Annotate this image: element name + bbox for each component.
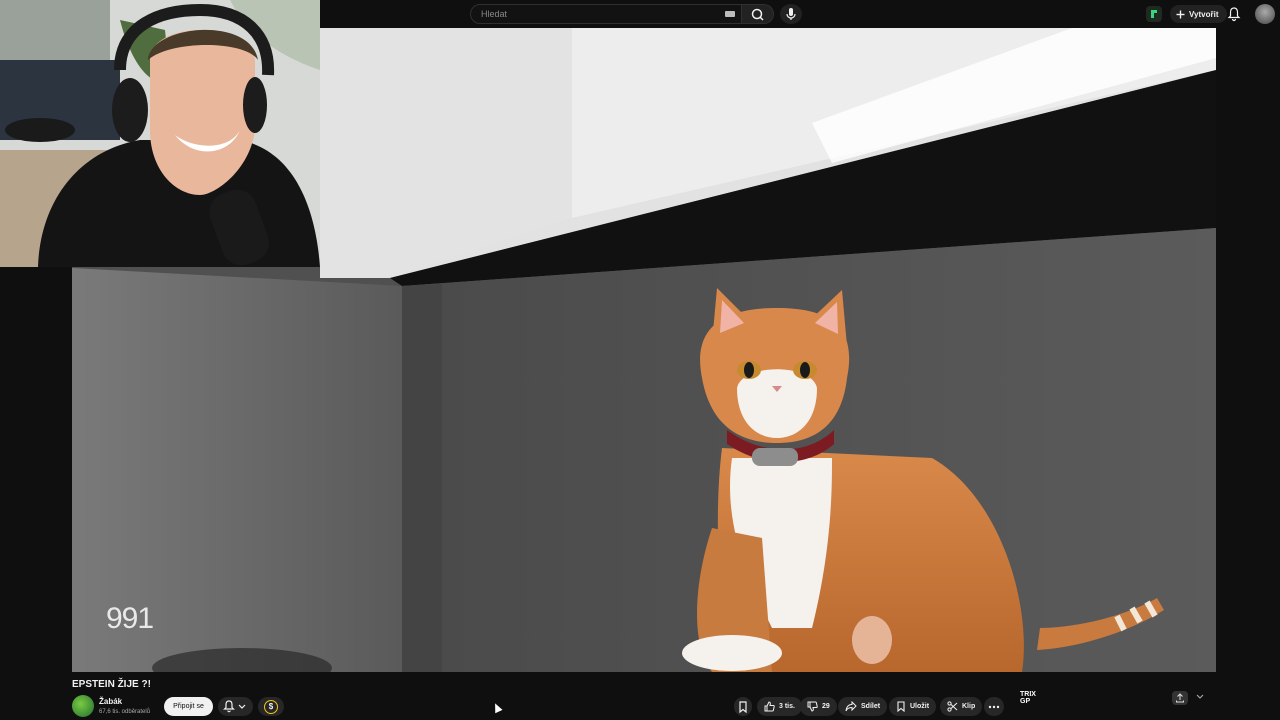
create-label: Vytvořit <box>1189 9 1219 19</box>
share-icon <box>845 701 857 712</box>
bookmark-icon <box>739 700 747 713</box>
save-icon <box>897 701 905 712</box>
more-icon <box>988 705 1000 708</box>
search-button[interactable] <box>742 4 774 24</box>
chevron-down-icon[interactable] <box>1196 694 1204 700</box>
subscriber-count: 67,6 tis. odběratelů <box>99 709 151 715</box>
clip-label: Klip <box>962 703 976 710</box>
overlay-counter: 991 <box>106 602 154 635</box>
channel-name[interactable]: Žabák <box>99 697 122 706</box>
upload-icon <box>1176 693 1184 703</box>
subscription-notifications-button[interactable] <box>218 697 253 716</box>
account-avatar[interactable] <box>1255 4 1275 24</box>
search-icon <box>751 8 764 21</box>
bell-icon <box>223 700 246 713</box>
share-button[interactable]: Sdílet <box>838 697 888 716</box>
search-input[interactable] <box>481 5 721 23</box>
thumbs-down-icon <box>807 701 818 712</box>
like-count: 3 tis. <box>779 703 795 710</box>
dislike-button[interactable]: 29 <box>800 697 837 716</box>
side-panel-header: TRIX GP <box>1016 686 1210 720</box>
dollar-icon: $ <box>264 699 278 714</box>
scissors-icon <box>947 701 958 712</box>
side-panel-share-button[interactable] <box>1172 691 1188 705</box>
like-button[interactable]: 3 tis. <box>757 697 802 716</box>
microphone-icon <box>786 8 796 20</box>
clip-button[interactable]: Klip <box>940 697 983 716</box>
chevron-down-icon <box>238 704 246 709</box>
plus-icon <box>1176 10 1185 18</box>
thanks-button[interactable]: $ <box>258 697 284 716</box>
search-box <box>470 4 742 24</box>
video-title: EPSTEIN ŽIJE ?! <box>72 679 151 690</box>
mouse-cursor <box>491 701 503 714</box>
create-button[interactable]: Vytvořit <box>1170 5 1227 23</box>
save-label: Uložit <box>910 703 930 710</box>
bookmark-button[interactable] <box>734 697 752 716</box>
channel-avatar[interactable] <box>72 695 94 717</box>
keyboard-icon[interactable] <box>725 11 735 17</box>
side-panel-logo: TRIX GP <box>1020 691 1036 705</box>
extension-icon[interactable] <box>1146 6 1162 22</box>
join-button[interactable]: Připojit se <box>164 697 213 716</box>
notifications-bell-icon[interactable] <box>1226 6 1242 22</box>
facecam-overlay <box>0 0 320 267</box>
voice-search-button[interactable] <box>780 4 802 24</box>
share-label: Sdílet <box>861 703 881 710</box>
dislike-count: 29 <box>822 703 830 710</box>
thumbs-up-icon <box>764 701 775 712</box>
more-actions-button[interactable] <box>984 697 1004 716</box>
save-button[interactable]: Uložit <box>889 697 937 716</box>
